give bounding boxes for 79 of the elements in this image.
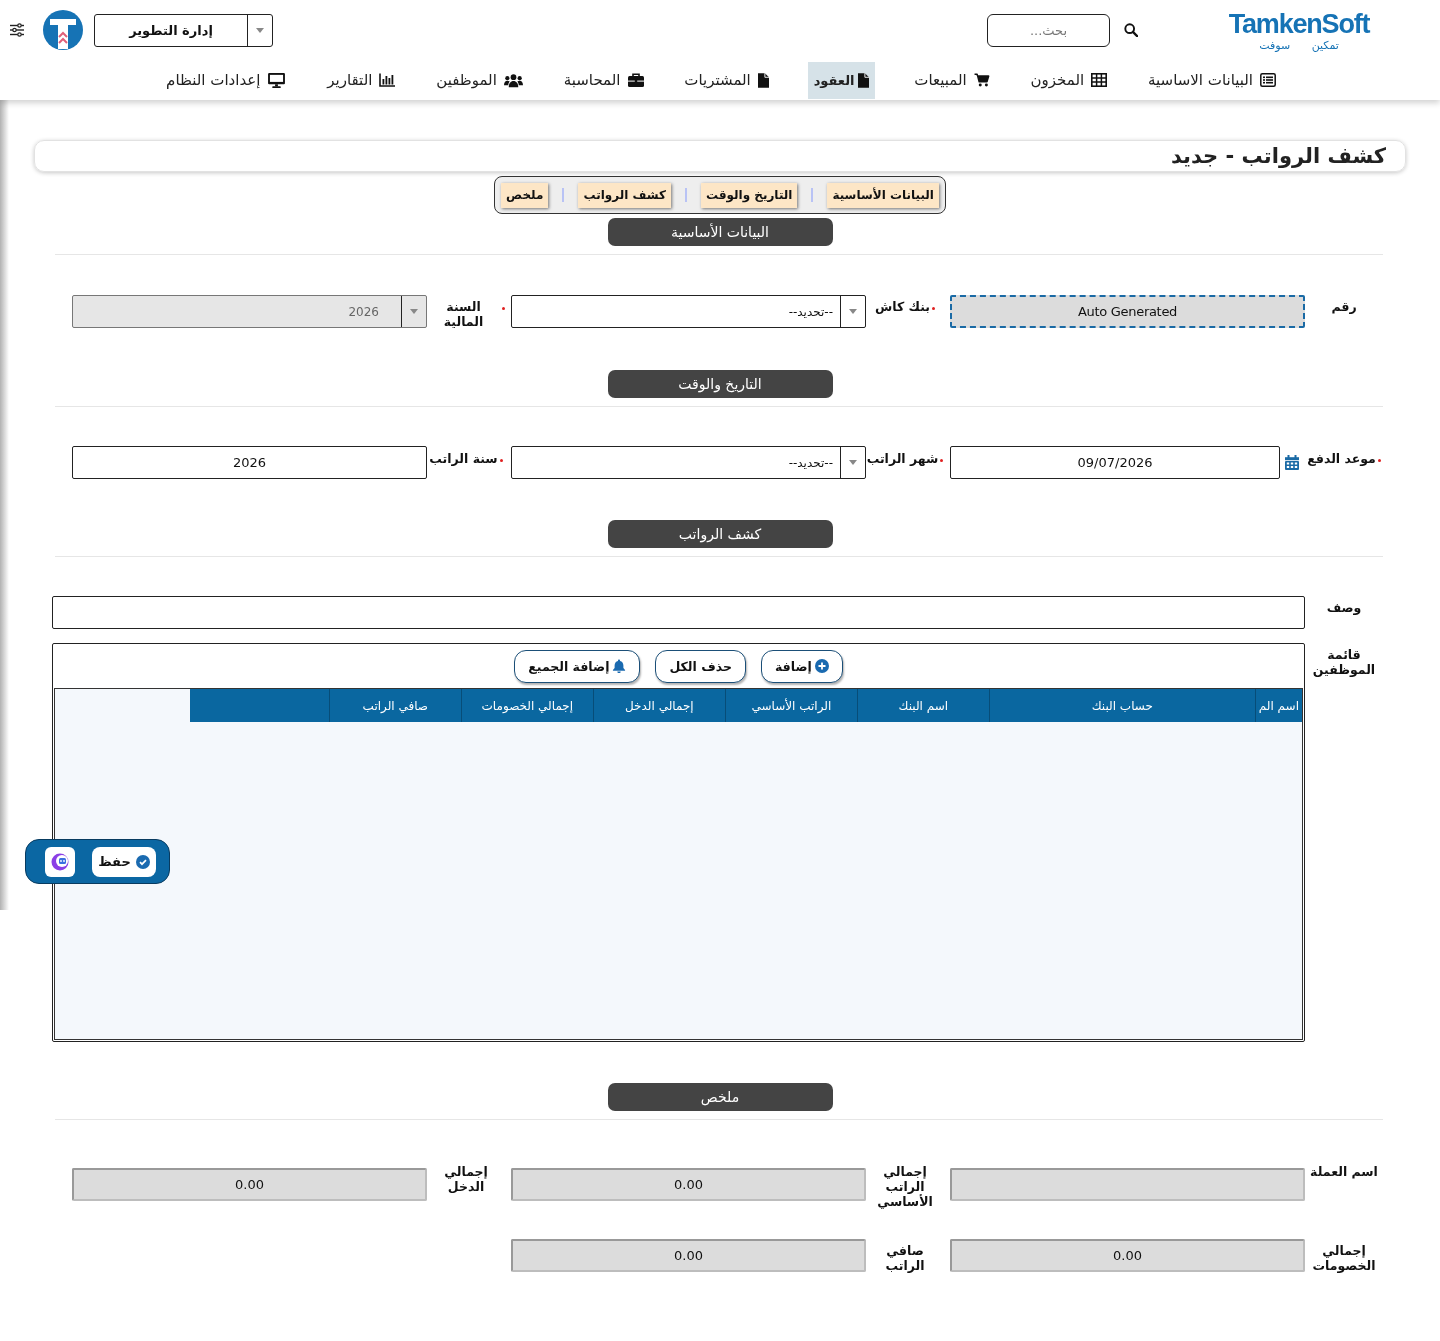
- section-tab[interactable]: ملخص: [501, 182, 549, 208]
- column-header: صافي الراتب: [328, 689, 461, 722]
- action-button[interactable]: إضافة الجميع: [514, 649, 641, 683]
- nav-item[interactable]: العقود: [807, 61, 876, 99]
- readonly-field[interactable]: [950, 1167, 1305, 1201]
- nav-item[interactable]: إعدادات النظام: [164, 61, 289, 99]
- column-header: اسم الم: [1254, 689, 1302, 722]
- field-label: إجمالي الدخل: [443, 1164, 489, 1194]
- section-tab[interactable]: التاريخ والوقت: [700, 182, 798, 208]
- calendar-icon[interactable]: [1285, 455, 1299, 470]
- field-label: قائمة الموظفين: [1311, 647, 1377, 677]
- section-heading: ملخص: [607, 1083, 833, 1111]
- section-heading: البيانات الأساسية: [607, 218, 833, 246]
- plus-circle-icon: [814, 659, 829, 673]
- section-heading: كشف الرواتب: [607, 520, 833, 548]
- settings-sliders-icon[interactable]: [10, 23, 24, 37]
- round-logo-icon: [43, 10, 83, 50]
- file-icon: [757, 72, 769, 88]
- caret-icon: [849, 460, 857, 465]
- crescent-icon: [51, 852, 69, 871]
- readonly-field[interactable]: 0.00: [511, 1167, 866, 1201]
- description-field[interactable]: [52, 596, 1305, 629]
- column-header: الراتب الأساسي: [724, 689, 857, 722]
- select-field[interactable]: --تحديد--: [511, 446, 866, 479]
- file-icon: [858, 72, 870, 88]
- search-field[interactable]: بحث...: [987, 13, 1110, 47]
- field-label: رقم: [1331, 299, 1357, 314]
- readonly-field[interactable]: 0.00: [950, 1239, 1305, 1272]
- field-label: إجمالي الخصومات: [1311, 1243, 1377, 1273]
- page-title: كشف الرواتب - جديد: [1170, 143, 1386, 170]
- section-tab[interactable]: البيانات الأساسية: [827, 182, 939, 208]
- field-label: اسم العملة: [1310, 1164, 1378, 1179]
- users-icon: [503, 72, 523, 88]
- column-header: حساب البنك: [988, 689, 1255, 722]
- nav-item[interactable]: المشتريات: [682, 61, 771, 99]
- column-header: إجمالي الدخل: [592, 689, 725, 722]
- nav-item[interactable]: المخزون: [1028, 61, 1110, 99]
- list-icon: [1260, 73, 1276, 87]
- action-button[interactable]: إضافة: [760, 649, 843, 683]
- column-header: إجمالي الخصومات: [460, 689, 593, 722]
- monitor-icon: [267, 72, 287, 88]
- section-heading: التاريخ والوقت: [607, 370, 833, 398]
- column-header: اسم البنك: [856, 689, 989, 722]
- field-label: موعد الدفع: [1307, 451, 1376, 466]
- nav-item[interactable]: المبيعات: [912, 61, 992, 99]
- check-circle-icon: [135, 854, 150, 869]
- grid-icon: [1091, 73, 1108, 87]
- nav-item[interactable]: المحاسبة: [561, 61, 646, 99]
- readonly-field[interactable]: 0.00: [511, 1239, 866, 1272]
- field-label: وصف: [1326, 600, 1362, 615]
- field-label: شهر الراتب: [866, 451, 939, 466]
- field-label: بنك كاش: [875, 299, 930, 314]
- field-label: إجمالي الراتب الأساسي: [876, 1164, 934, 1209]
- caret-icon: [256, 27, 264, 33]
- caret-icon: [849, 309, 857, 314]
- date-field[interactable]: 09/07/2026: [950, 446, 1280, 479]
- logo-tagline: تمكين سوفت: [1259, 38, 1339, 52]
- field-label: السنة المالية: [442, 299, 485, 329]
- nav-item[interactable]: الموظفين: [434, 61, 525, 99]
- caret-icon: [410, 309, 418, 314]
- department-select[interactable]: إدارة التطوير: [94, 13, 273, 47]
- nav-item[interactable]: البيانات الاساسية: [1146, 61, 1278, 99]
- search-icon[interactable]: [1124, 23, 1138, 37]
- readonly-field[interactable]: 0.00: [72, 1167, 427, 1201]
- icon-button[interactable]: [45, 846, 75, 877]
- action-button[interactable]: حذف الكل: [655, 649, 746, 683]
- text-field[interactable]: 2026: [72, 446, 427, 479]
- logo-wordmark: TamkenSoft: [1228, 8, 1370, 39]
- bar-chart-icon: [379, 73, 396, 87]
- section-tab[interactable]: كشف الرواتب: [578, 182, 671, 208]
- briefcase-icon: [627, 73, 644, 87]
- save-button[interactable]: حفظ: [92, 846, 156, 877]
- auto-number-field[interactable]: Auto Generated: [950, 295, 1305, 328]
- nav-item[interactable]: التقارير: [325, 61, 398, 99]
- field-label: صافي الراتب: [884, 1243, 926, 1273]
- select-field[interactable]: --تحديد--: [511, 295, 866, 328]
- bell-icon: [612, 659, 627, 673]
- field-label: سنة الراتب: [429, 451, 498, 466]
- cart-icon: [973, 73, 990, 87]
